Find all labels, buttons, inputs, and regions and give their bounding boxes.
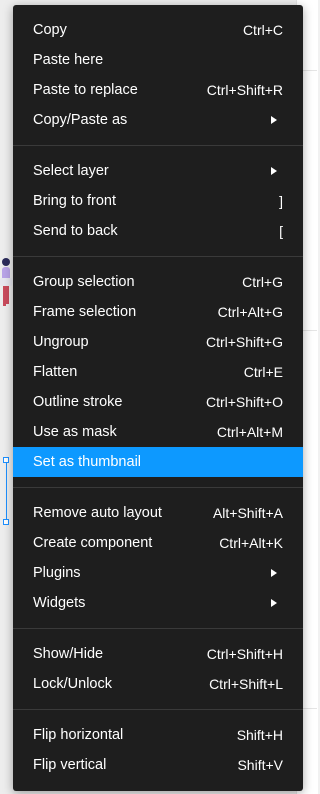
menu-item-ungroup[interactable]: Ungroup Ctrl+Shift+G: [13, 327, 303, 357]
menu-item-frame-selection[interactable]: Frame selection Ctrl+Alt+G: [13, 297, 303, 327]
menu-item-label: Outline stroke: [33, 394, 123, 410]
chevron-right-icon: [271, 569, 277, 577]
chevron-right-icon: [271, 167, 277, 175]
menu-item-plugins[interactable]: Plugins: [13, 558, 303, 588]
menu-separator: [13, 145, 303, 146]
menu-item-shortcut: Ctrl+Shift+L: [209, 676, 283, 692]
menu-item-outline-stroke[interactable]: Outline stroke Ctrl+Shift+O: [13, 387, 303, 417]
menu-item-use-as-mask[interactable]: Use as mask Ctrl+Alt+M: [13, 417, 303, 447]
menu-item-shortcut: Ctrl+E: [243, 364, 283, 380]
canvas-illustration-figure: [0, 258, 12, 306]
menu-separator: [13, 709, 303, 710]
menu-item-create-component[interactable]: Create component Ctrl+Alt+K: [13, 528, 303, 558]
menu-item-label: Group selection: [33, 274, 135, 290]
menu-item-flip-vertical[interactable]: Flip vertical Shift+V: [13, 750, 303, 780]
menu-item-label: Copy/Paste as: [33, 112, 128, 128]
menu-item-show-hide[interactable]: Show/Hide Ctrl+Shift+H: [13, 639, 303, 669]
menu-group-components: Remove auto layout Alt+Shift+A Create comp…: [13, 498, 303, 618]
menu-item-flip-horizontal[interactable]: Flip horizontal Shift+H: [13, 720, 303, 750]
menu-item-label: Copy: [33, 22, 67, 38]
menu-item-label: Select layer: [33, 163, 109, 179]
menu-item-widgets[interactable]: Widgets: [13, 588, 303, 618]
menu-item-label: Plugins: [33, 565, 81, 581]
menu-item-label: Set as thumbnail: [33, 454, 142, 470]
menu-item-label: Send to back: [33, 223, 118, 239]
menu-item-shortcut: Ctrl+Alt+G: [217, 304, 283, 320]
menu-item-shortcut: Ctrl+Shift+G: [205, 334, 283, 350]
menu-item-label: Flatten: [33, 364, 78, 380]
menu-item-paste-to-replace[interactable]: Paste to replace Ctrl+Shift+R: [13, 75, 303, 105]
menu-item-label: Lock/Unlock: [33, 676, 112, 692]
menu-group-visibility: Show/Hide Ctrl+Shift+H Lock/Unlock Ctrl+Shi…: [13, 639, 303, 699]
menu-item-label: Show/Hide: [33, 646, 104, 662]
menu-item-label: Flip vertical: [33, 757, 107, 773]
selection-handle-top[interactable]: [3, 457, 9, 463]
menu-group-selection: Group selection Ctrl+G Frame selection Ctrl…: [13, 267, 303, 477]
menu-item-label: Flip horizontal: [33, 727, 124, 743]
menu-item-lock-unlock[interactable]: Lock/Unlock Ctrl+Shift+L: [13, 669, 303, 699]
menu-item-shortcut: Shift+H: [236, 727, 283, 743]
menu-item-send-to-back[interactable]: Send to back [: [13, 216, 303, 246]
menu-item-set-as-thumbnail[interactable]: Set as thumbnail: [13, 447, 303, 477]
menu-item-shortcut: Ctrl+G: [242, 274, 283, 290]
menu-item-label: Frame selection: [33, 304, 137, 320]
menu-item-label: Paste to replace: [33, 82, 138, 98]
menu-separator: [13, 487, 303, 488]
menu-item-shortcut: [: [279, 223, 283, 239]
menu-item-paste-here[interactable]: Paste here: [13, 45, 303, 75]
context-menu: Copy Ctrl+C Paste here Paste to replace Ctrl…: [13, 5, 303, 791]
menu-item-bring-to-front[interactable]: Bring to front]: [13, 186, 303, 216]
menu-item-label: Ungroup: [33, 334, 89, 350]
menu-item-copy[interactable]: Copy Ctrl+C: [13, 15, 303, 45]
menu-item-label: Remove auto layout: [33, 505, 162, 521]
menu-separator: [13, 628, 303, 629]
chevron-right-icon: [271, 599, 277, 607]
menu-item-copy-paste-as[interactable]: Copy/Paste as: [13, 105, 303, 135]
menu-item-select-layer[interactable]: Select layer: [13, 156, 303, 186]
menu-item-shortcut: Ctrl+Alt+K: [219, 535, 283, 551]
menu-item-group-selection[interactable]: Group selection Ctrl+G: [13, 267, 303, 297]
menu-item-label: Use as mask: [33, 424, 117, 440]
menu-item-shortcut: Ctrl+Shift+H: [206, 646, 283, 662]
menu-item-shortcut: Ctrl+Shift+O: [205, 394, 283, 410]
menu-item-label: Create component: [33, 535, 153, 551]
menu-group-arrange: Select layer Bring to front] Send to back [: [13, 156, 303, 246]
menu-separator: [13, 256, 303, 257]
menu-item-shortcut: Ctrl+Shift+R: [206, 82, 283, 98]
menu-group-clipboard: Copy Ctrl+C Paste here Paste to replace Ctrl…: [13, 15, 303, 135]
menu-item-label: Widgets: [33, 595, 86, 611]
chevron-right-icon: [271, 116, 277, 124]
menu-group-flip: Flip horizontal Shift+H Flip vertical Shift…: [13, 720, 303, 780]
menu-item-shortcut: Alt+Shift+A: [212, 505, 283, 521]
menu-item-flatten[interactable]: Flatten Ctrl+E: [13, 357, 303, 387]
menu-item-remove-auto-layout[interactable]: Remove auto layout Alt+Shift+A: [13, 498, 303, 528]
menu-item-shortcut: ]: [279, 193, 283, 209]
menu-item-shortcut: Shift+V: [237, 757, 283, 773]
menu-item-shortcut: Ctrl+C: [242, 22, 283, 38]
menu-item-label: Bring to front: [33, 193, 117, 209]
menu-item-shortcut: Ctrl+Alt+M: [216, 424, 283, 440]
selection-handle-bottom[interactable]: [3, 519, 9, 525]
selection-outline[interactable]: [6, 460, 8, 522]
menu-item-label: Paste here: [33, 52, 104, 68]
